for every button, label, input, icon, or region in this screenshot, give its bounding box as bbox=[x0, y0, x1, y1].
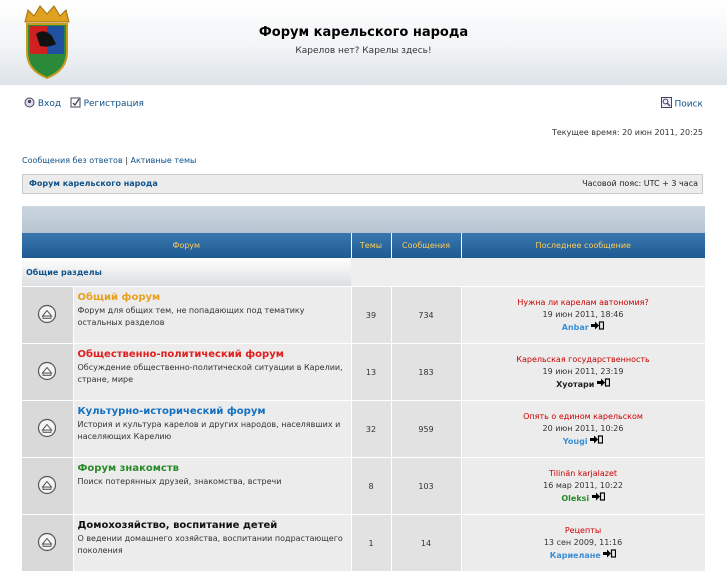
last-post-author-link[interactable]: Yougi bbox=[563, 437, 588, 446]
forum-row: Форум знакомств Поиск потерянных друзей, … bbox=[22, 458, 705, 515]
header-forum: Форум bbox=[22, 233, 351, 258]
header-last-post: Последнее сообщение bbox=[461, 233, 705, 258]
forum-posts-count: 734 bbox=[391, 287, 461, 344]
forum-posts-count: 959 bbox=[391, 401, 461, 458]
login-icon[interactable] bbox=[24, 97, 35, 111]
forum-topics-count: 13 bbox=[351, 344, 391, 401]
last-post-title-link[interactable]: Опять о едином карельском bbox=[463, 411, 704, 423]
forum-name-link[interactable]: Культурно-исторический форум bbox=[78, 406, 350, 417]
forum-last-post-cell: Нужна ли карелам автономия?19 июн 2011, … bbox=[461, 287, 705, 344]
goto-last-post-icon[interactable] bbox=[597, 380, 610, 389]
category-spacer bbox=[351, 258, 705, 287]
forum-posts-count: 183 bbox=[391, 344, 461, 401]
last-post-author-link[interactable]: Oleksi bbox=[561, 494, 589, 503]
forum-icon-cell bbox=[22, 344, 73, 401]
category-title[interactable]: Общие разделы bbox=[22, 258, 351, 287]
forum-description: Форум для общих тем, не попадающих под т… bbox=[78, 306, 305, 327]
forum-icon-cell bbox=[22, 287, 73, 344]
forum-row: Домохозяйство, воспитание детейО ведении… bbox=[22, 515, 705, 571]
last-post-title-link[interactable]: Карельская государственность bbox=[463, 354, 704, 366]
register-icon[interactable] bbox=[70, 97, 81, 111]
forum-read-icon bbox=[37, 304, 57, 324]
forum-name-link[interactable]: Форум знакомств bbox=[78, 463, 350, 474]
current-time: Текущее время: 20 июн 2011, 20:25 bbox=[552, 128, 703, 137]
goto-last-post-icon[interactable] bbox=[603, 551, 616, 560]
breadcrumb-bar: Форум карельского народа Часовой пояс: U… bbox=[22, 174, 703, 194]
forum-last-post-cell: Tilinän karjalazet16 мар 2011, 10:22 Olek… bbox=[461, 458, 705, 515]
forum-info-cell: Форум знакомств Поиск потерянных друзей, … bbox=[73, 458, 351, 515]
last-post-date: 16 мар 2011, 10:22 bbox=[463, 480, 704, 492]
last-post-title-link[interactable]: Нужна ли карелам автономия? bbox=[463, 297, 704, 309]
forum-name-link[interactable]: Общественно-политический форум bbox=[78, 349, 350, 360]
forum-topics-count: 8 bbox=[351, 458, 391, 515]
last-post-title-link[interactable]: Рецепты bbox=[463, 525, 704, 537]
table-header-row: Форум Темы Сообщения Последнее сообщение bbox=[22, 233, 705, 258]
last-post-author-link[interactable]: Anbar bbox=[562, 323, 589, 332]
karelia-coat-of-arms-logo[interactable] bbox=[22, 4, 72, 80]
forum-icon-cell bbox=[22, 458, 73, 515]
forum-icon-cell bbox=[22, 515, 73, 571]
forum-read-icon bbox=[37, 418, 57, 438]
last-post-date: 19 июн 2011, 23:19 bbox=[463, 366, 704, 378]
category-row: Общие разделы bbox=[22, 258, 705, 287]
header-topics: Темы bbox=[351, 233, 391, 258]
forum-last-post-cell: Рецепты13 сен 2009, 11:16 Кариелане bbox=[461, 515, 705, 571]
quick-links-separator: | bbox=[125, 156, 128, 165]
forum-name-link[interactable]: Домохозяйство, воспитание детей bbox=[78, 520, 350, 531]
header-posts: Сообщения bbox=[391, 233, 461, 258]
forum-topics-count: 32 bbox=[351, 401, 391, 458]
breadcrumb-home[interactable]: Форум карельского народа bbox=[29, 179, 158, 188]
last-post-date: 13 сен 2009, 11:16 bbox=[463, 537, 704, 549]
forum-posts-count: 103 bbox=[391, 458, 461, 515]
forum-list: Форум Темы Сообщения Последнее сообщение… bbox=[22, 206, 705, 571]
search-link[interactable]: Поиск bbox=[674, 100, 703, 110]
site-title: Форум карельского народа bbox=[0, 25, 727, 40]
goto-last-post-icon[interactable] bbox=[592, 494, 605, 503]
forum-row: Культурно-исторический форум История и ку… bbox=[22, 401, 705, 458]
site-header: Форум карельского народа Карелов нет? Ка… bbox=[0, 0, 727, 85]
forum-info-cell: Домохозяйство, воспитание детейО ведении… bbox=[73, 515, 351, 571]
timezone-label: Часовой пояс: UTC + 3 часа bbox=[582, 179, 698, 188]
quick-links: Сообщения без ответов | Активные темы bbox=[22, 156, 196, 165]
login-link[interactable]: Вход bbox=[38, 99, 61, 109]
search-nav: Поиск bbox=[661, 97, 703, 111]
forum-last-post-cell: Опять о едином карельском20 июн 2011, 10… bbox=[461, 401, 705, 458]
forum-icon-cell bbox=[22, 401, 73, 458]
last-post-date: 20 июн 2011, 10:26 bbox=[463, 423, 704, 435]
goto-last-post-icon[interactable] bbox=[590, 437, 603, 446]
forum-topics-count: 1 bbox=[351, 515, 391, 571]
register-link[interactable]: Регистрация bbox=[84, 99, 144, 109]
forum-info-cell: Общий форум Форум для общих тем, не попад… bbox=[73, 287, 351, 344]
last-post-author-link[interactable]: Хуотари bbox=[556, 380, 594, 389]
forum-read-icon bbox=[37, 532, 57, 552]
last-post-author-link[interactable]: Кариелане bbox=[550, 551, 601, 560]
forum-description: Поиск потерянных друзей, знакомства, вст… bbox=[78, 477, 282, 486]
forum-table: Форум Темы Сообщения Последнее сообщение… bbox=[22, 233, 706, 571]
forum-posts-count: 14 bbox=[391, 515, 461, 571]
forum-read-icon bbox=[37, 475, 57, 495]
search-icon[interactable] bbox=[661, 97, 672, 111]
site-description: Карелов нет? Карелы здесь! bbox=[0, 46, 727, 56]
forum-topics-count: 39 bbox=[351, 287, 391, 344]
unanswered-link[interactable]: Сообщения без ответов bbox=[22, 156, 123, 165]
user-nav: Вход Регистрация bbox=[24, 97, 144, 111]
forum-row: Общий форум Форум для общих тем, не попад… bbox=[22, 287, 705, 344]
last-post-title-link[interactable]: Tilinän karjalazet bbox=[463, 468, 704, 480]
forum-description: Обсуждение общественно-политической ситу… bbox=[78, 363, 343, 384]
active-topics-link[interactable]: Активные темы bbox=[130, 156, 196, 165]
forum-row: Общественно-политический форум Обсуждение… bbox=[22, 344, 705, 401]
forum-description: История и культура карелов и других наро… bbox=[78, 420, 341, 441]
last-post-date: 19 июн 2011, 18:46 bbox=[463, 309, 704, 321]
forum-name-link[interactable]: Общий форум bbox=[78, 292, 350, 303]
goto-last-post-icon[interactable] bbox=[591, 323, 604, 332]
forum-last-post-cell: Карельская государственность19 июн 2011,… bbox=[461, 344, 705, 401]
forum-list-caption bbox=[22, 206, 705, 233]
forum-info-cell: Общественно-политический форум Обсуждение… bbox=[73, 344, 351, 401]
forum-info-cell: Культурно-исторический форум История и ку… bbox=[73, 401, 351, 458]
forum-read-icon bbox=[37, 361, 57, 381]
